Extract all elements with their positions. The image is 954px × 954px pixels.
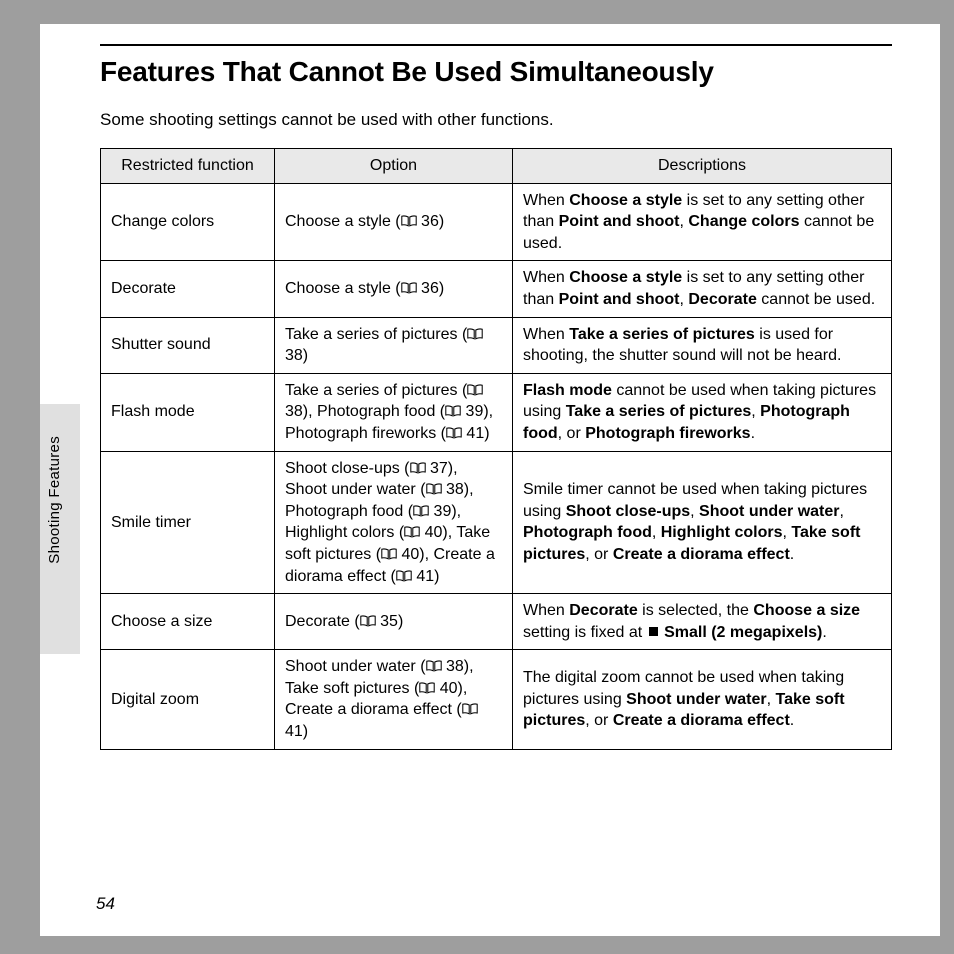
cell-option: Choose a style ( 36)	[275, 261, 513, 317]
book-icon	[467, 328, 483, 340]
cell-restricted-function: Decorate	[101, 261, 275, 317]
content-area: Features That Cannot Be Used Simultaneou…	[40, 24, 940, 750]
cell-restricted-function: Choose a size	[101, 594, 275, 650]
section-tab-label: Shooting Features	[46, 436, 63, 564]
cell-option: Shoot under water ( 38), Take soft pictu…	[275, 650, 513, 749]
restrictions-table: Restricted function Option Descriptions …	[100, 148, 892, 750]
book-icon	[401, 215, 417, 227]
book-icon	[410, 462, 426, 474]
square-bullet-icon	[649, 627, 658, 636]
book-icon	[401, 282, 417, 294]
th-restricted-function: Restricted function	[101, 149, 275, 184]
cell-description: The digital zoom cannot be used when tak…	[513, 650, 892, 749]
table-row: DecorateChoose a style ( 36)When Choose …	[101, 261, 892, 317]
page: Shooting Features Features That Cannot B…	[40, 24, 940, 936]
page-title: Features That Cannot Be Used Simultaneou…	[100, 56, 892, 88]
title-rule	[100, 44, 892, 46]
cell-description: When Choose a style is set to any settin…	[513, 261, 892, 317]
cell-restricted-function: Change colors	[101, 183, 275, 261]
table-row: Smile timerShoot close-ups ( 37), Shoot …	[101, 451, 892, 594]
cell-description: Smile timer cannot be used when taking p…	[513, 451, 892, 594]
book-icon	[360, 615, 376, 627]
intro-text: Some shooting settings cannot be used wi…	[100, 110, 892, 130]
cell-restricted-function: Smile timer	[101, 451, 275, 594]
book-icon	[413, 505, 429, 517]
cell-option: Take a series of pictures ( 38)	[275, 317, 513, 373]
cell-description: When Decorate is selected, the Choose a …	[513, 594, 892, 650]
book-icon	[426, 660, 442, 672]
book-icon	[396, 570, 412, 582]
cell-option: Shoot close-ups ( 37), Shoot under water…	[275, 451, 513, 594]
cell-option: Choose a style ( 36)	[275, 183, 513, 261]
table-header-row: Restricted function Option Descriptions	[101, 149, 892, 184]
cell-description: When Choose a style is set to any settin…	[513, 183, 892, 261]
cell-description: When Take a series of pictures is used f…	[513, 317, 892, 373]
cell-option: Take a series of pictures ( 38), Photogr…	[275, 373, 513, 451]
cell-option: Decorate ( 35)	[275, 594, 513, 650]
cell-description: Flash mode cannot be used when taking pi…	[513, 373, 892, 451]
cell-restricted-function: Shutter sound	[101, 317, 275, 373]
table-row: Shutter soundTake a series of pictures (…	[101, 317, 892, 373]
cell-restricted-function: Digital zoom	[101, 650, 275, 749]
book-icon	[404, 526, 420, 538]
book-icon	[462, 703, 478, 715]
book-icon	[426, 483, 442, 495]
book-icon	[446, 427, 462, 439]
table-row: Digital zoomShoot under water ( 38), Tak…	[101, 650, 892, 749]
page-number: 54	[96, 894, 115, 914]
table-row: Choose a sizeDecorate ( 35)When Decorate…	[101, 594, 892, 650]
book-icon	[445, 405, 461, 417]
book-icon	[419, 682, 435, 694]
th-option: Option	[275, 149, 513, 184]
book-icon	[381, 548, 397, 560]
book-icon	[467, 384, 483, 396]
cell-restricted-function: Flash mode	[101, 373, 275, 451]
table-row: Flash modeTake a series of pictures ( 38…	[101, 373, 892, 451]
table-row: Change colorsChoose a style ( 36)When Ch…	[101, 183, 892, 261]
th-descriptions: Descriptions	[513, 149, 892, 184]
